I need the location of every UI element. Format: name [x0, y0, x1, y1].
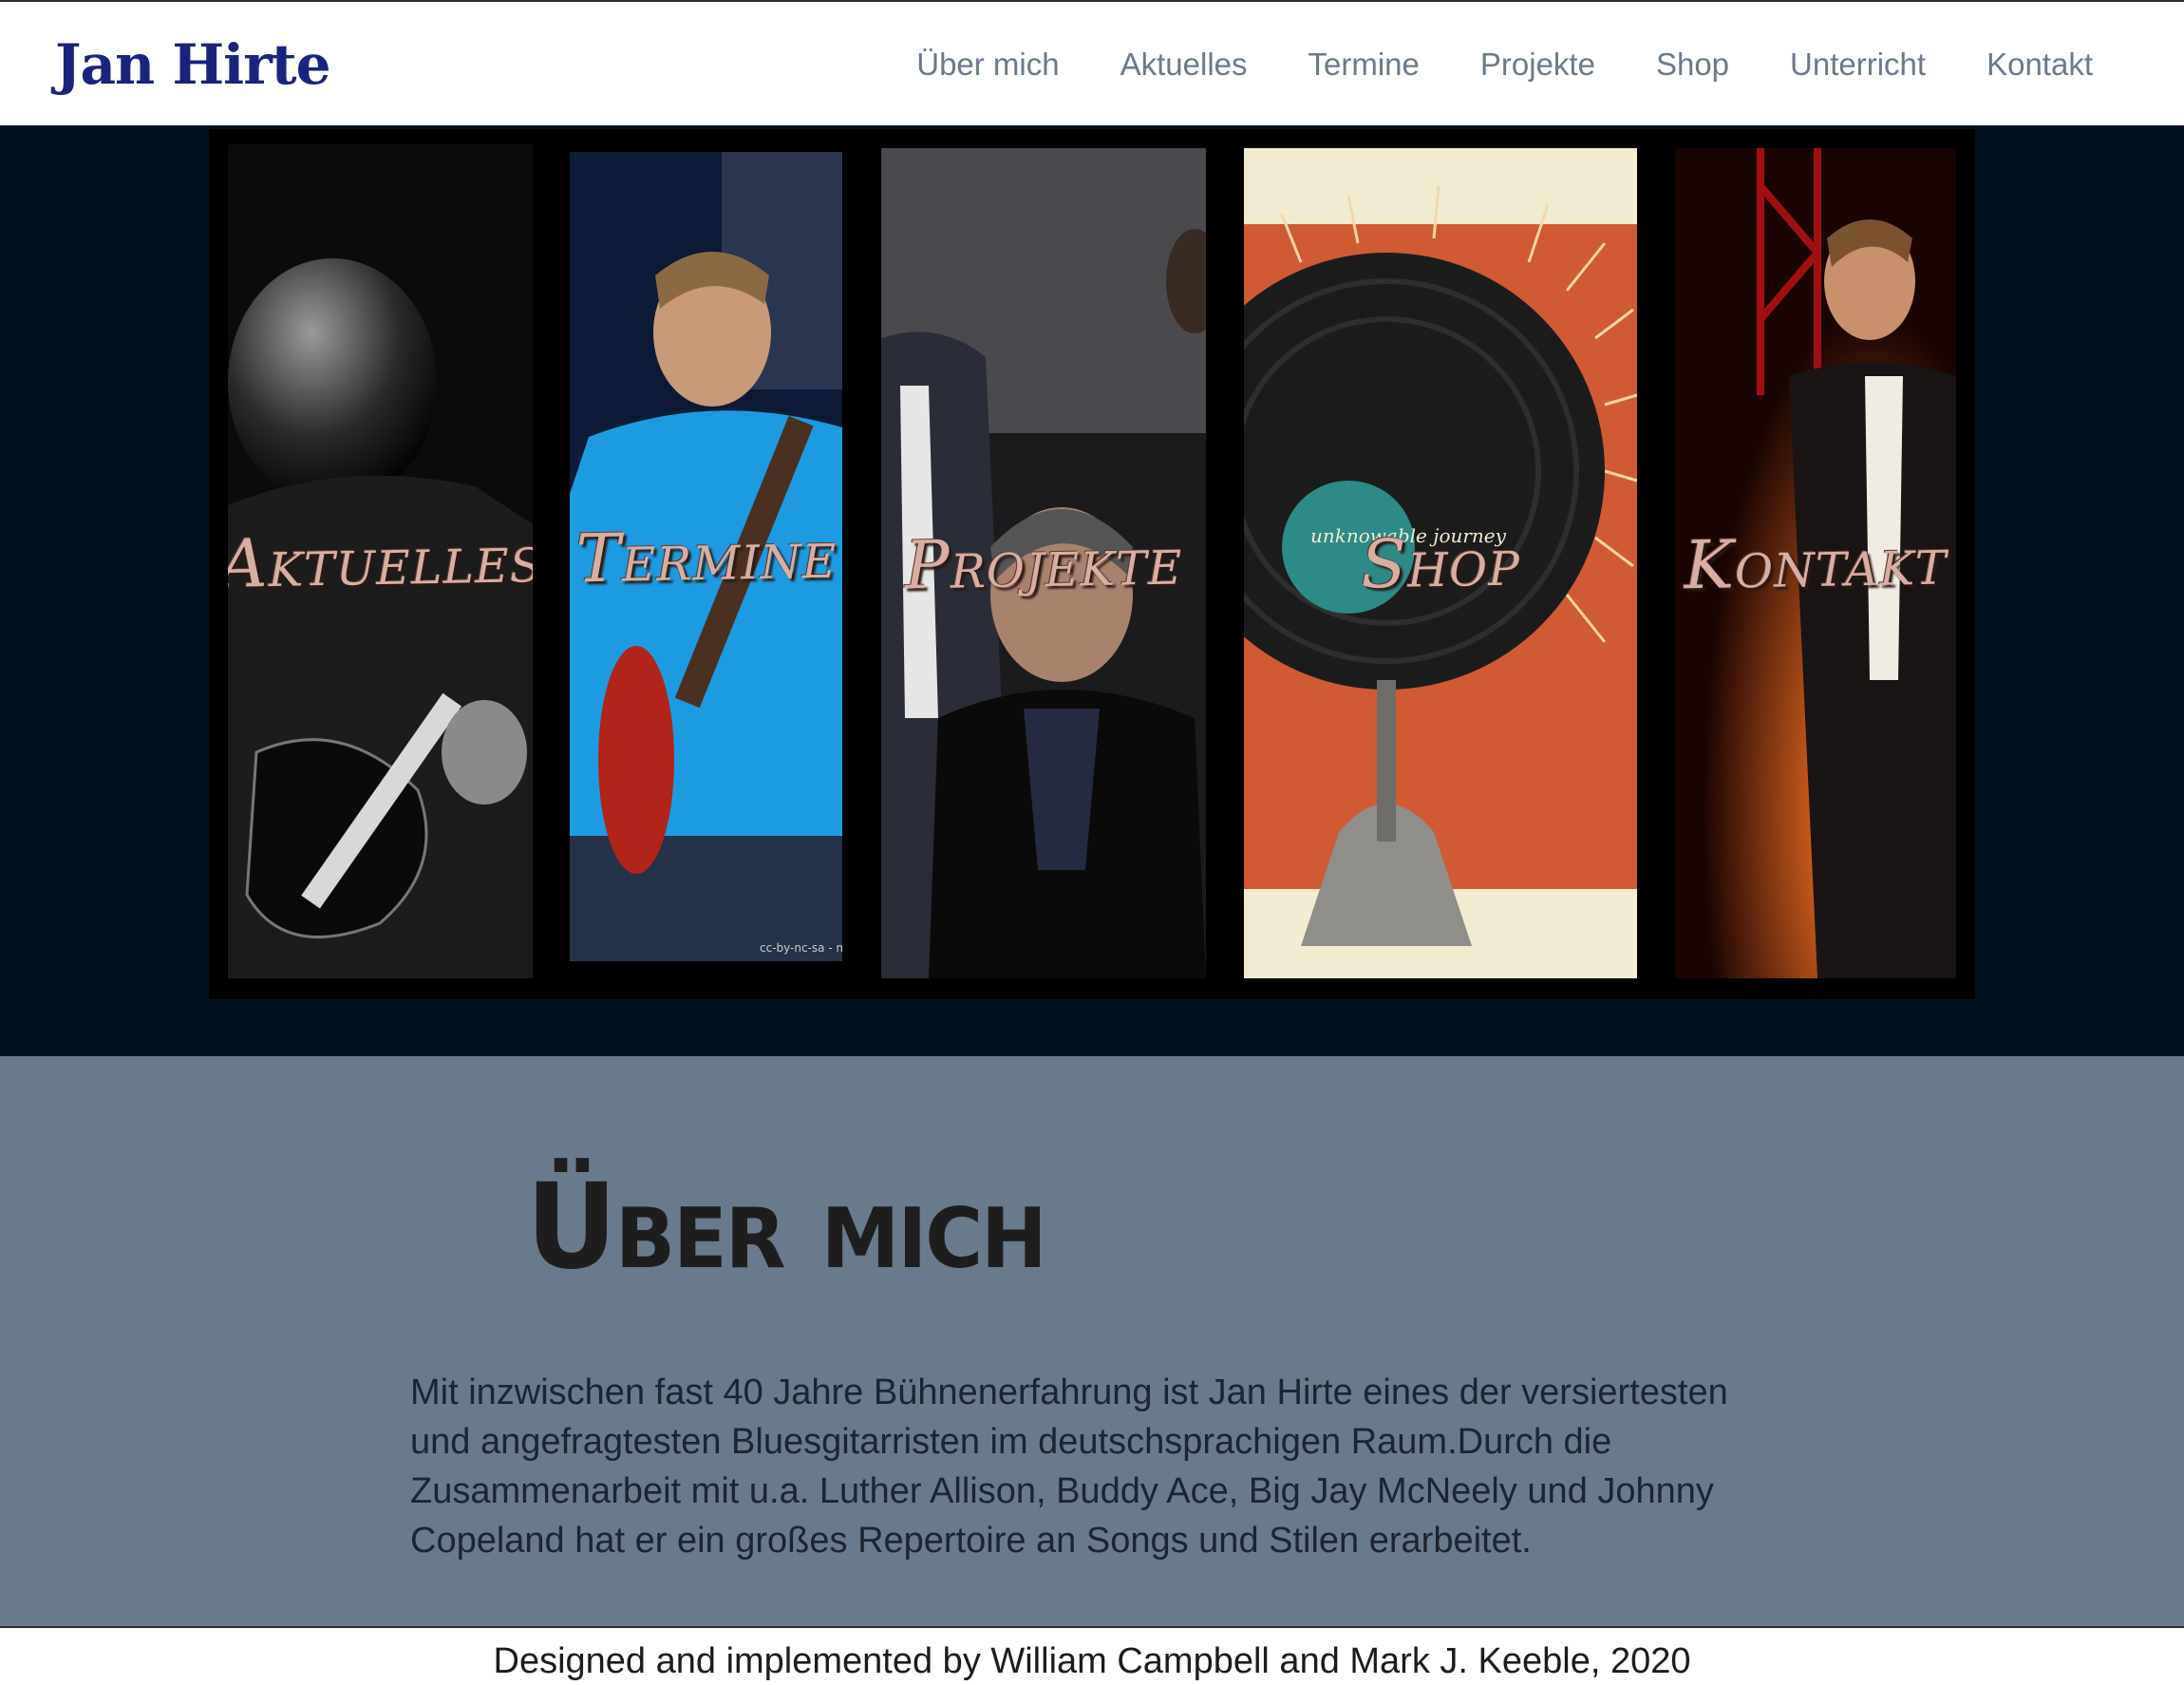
nav-item-projekte[interactable]: Projekte	[1480, 47, 1595, 83]
nav-item-aktuelles[interactable]: Aktuelles	[1120, 47, 1248, 83]
nav-item-unterricht[interactable]: Unterricht	[1790, 47, 1926, 83]
tile-label-shop: Shop	[1360, 522, 1521, 604]
nav-item-kontakt[interactable]: Kontakt	[1986, 47, 2093, 83]
about-heading: Über mich	[526, 1157, 1047, 1296]
tile-label-aktuelles: Aktuelles	[228, 520, 533, 603]
tile-kontakt[interactable]: Kontakt	[1675, 148, 1956, 978]
tile-label-termine: Termine	[574, 515, 838, 598]
tile-aktuelles[interactable]: Aktuelles	[228, 144, 533, 978]
about-paragraph: Mit inzwischen fast 40 Jahre Bühnenerfah…	[410, 1373, 1728, 1561]
nav-item-ueber-mich[interactable]: Über mich	[916, 47, 1059, 83]
site-footer: Designed and implemented by William Camp…	[0, 1626, 2184, 1685]
tile-termine[interactable]: cc-by-nc-sa - mr Termine	[570, 152, 842, 961]
main-nav: Über mich Aktuelles Termine Projekte Sho…	[856, 2, 2093, 127]
tile-label-projekte: Projekte	[903, 521, 1184, 605]
tile-shop[interactable]: unknowable journey Shop	[1244, 148, 1637, 978]
footer-credit: Designed and implemented by William Camp…	[493, 1641, 1691, 1681]
about-section: Über mich Mit inzwischen fast 40 Jahre B…	[0, 1056, 2184, 1628]
tile-projekte[interactable]: Projekte	[881, 148, 1206, 978]
nav-item-termine[interactable]: Termine	[1309, 47, 1420, 83]
nav-item-shop[interactable]: Shop	[1656, 47, 1729, 83]
site-logo[interactable]: Jan Hirte	[55, 32, 330, 97]
site-header: Jan Hirte Über mich Aktuelles Termine Pr…	[0, 0, 2184, 125]
photo-credit: cc-by-nc-sa - mr	[760, 941, 842, 955]
tile-label-kontakt: Kontakt	[1683, 521, 1949, 605]
